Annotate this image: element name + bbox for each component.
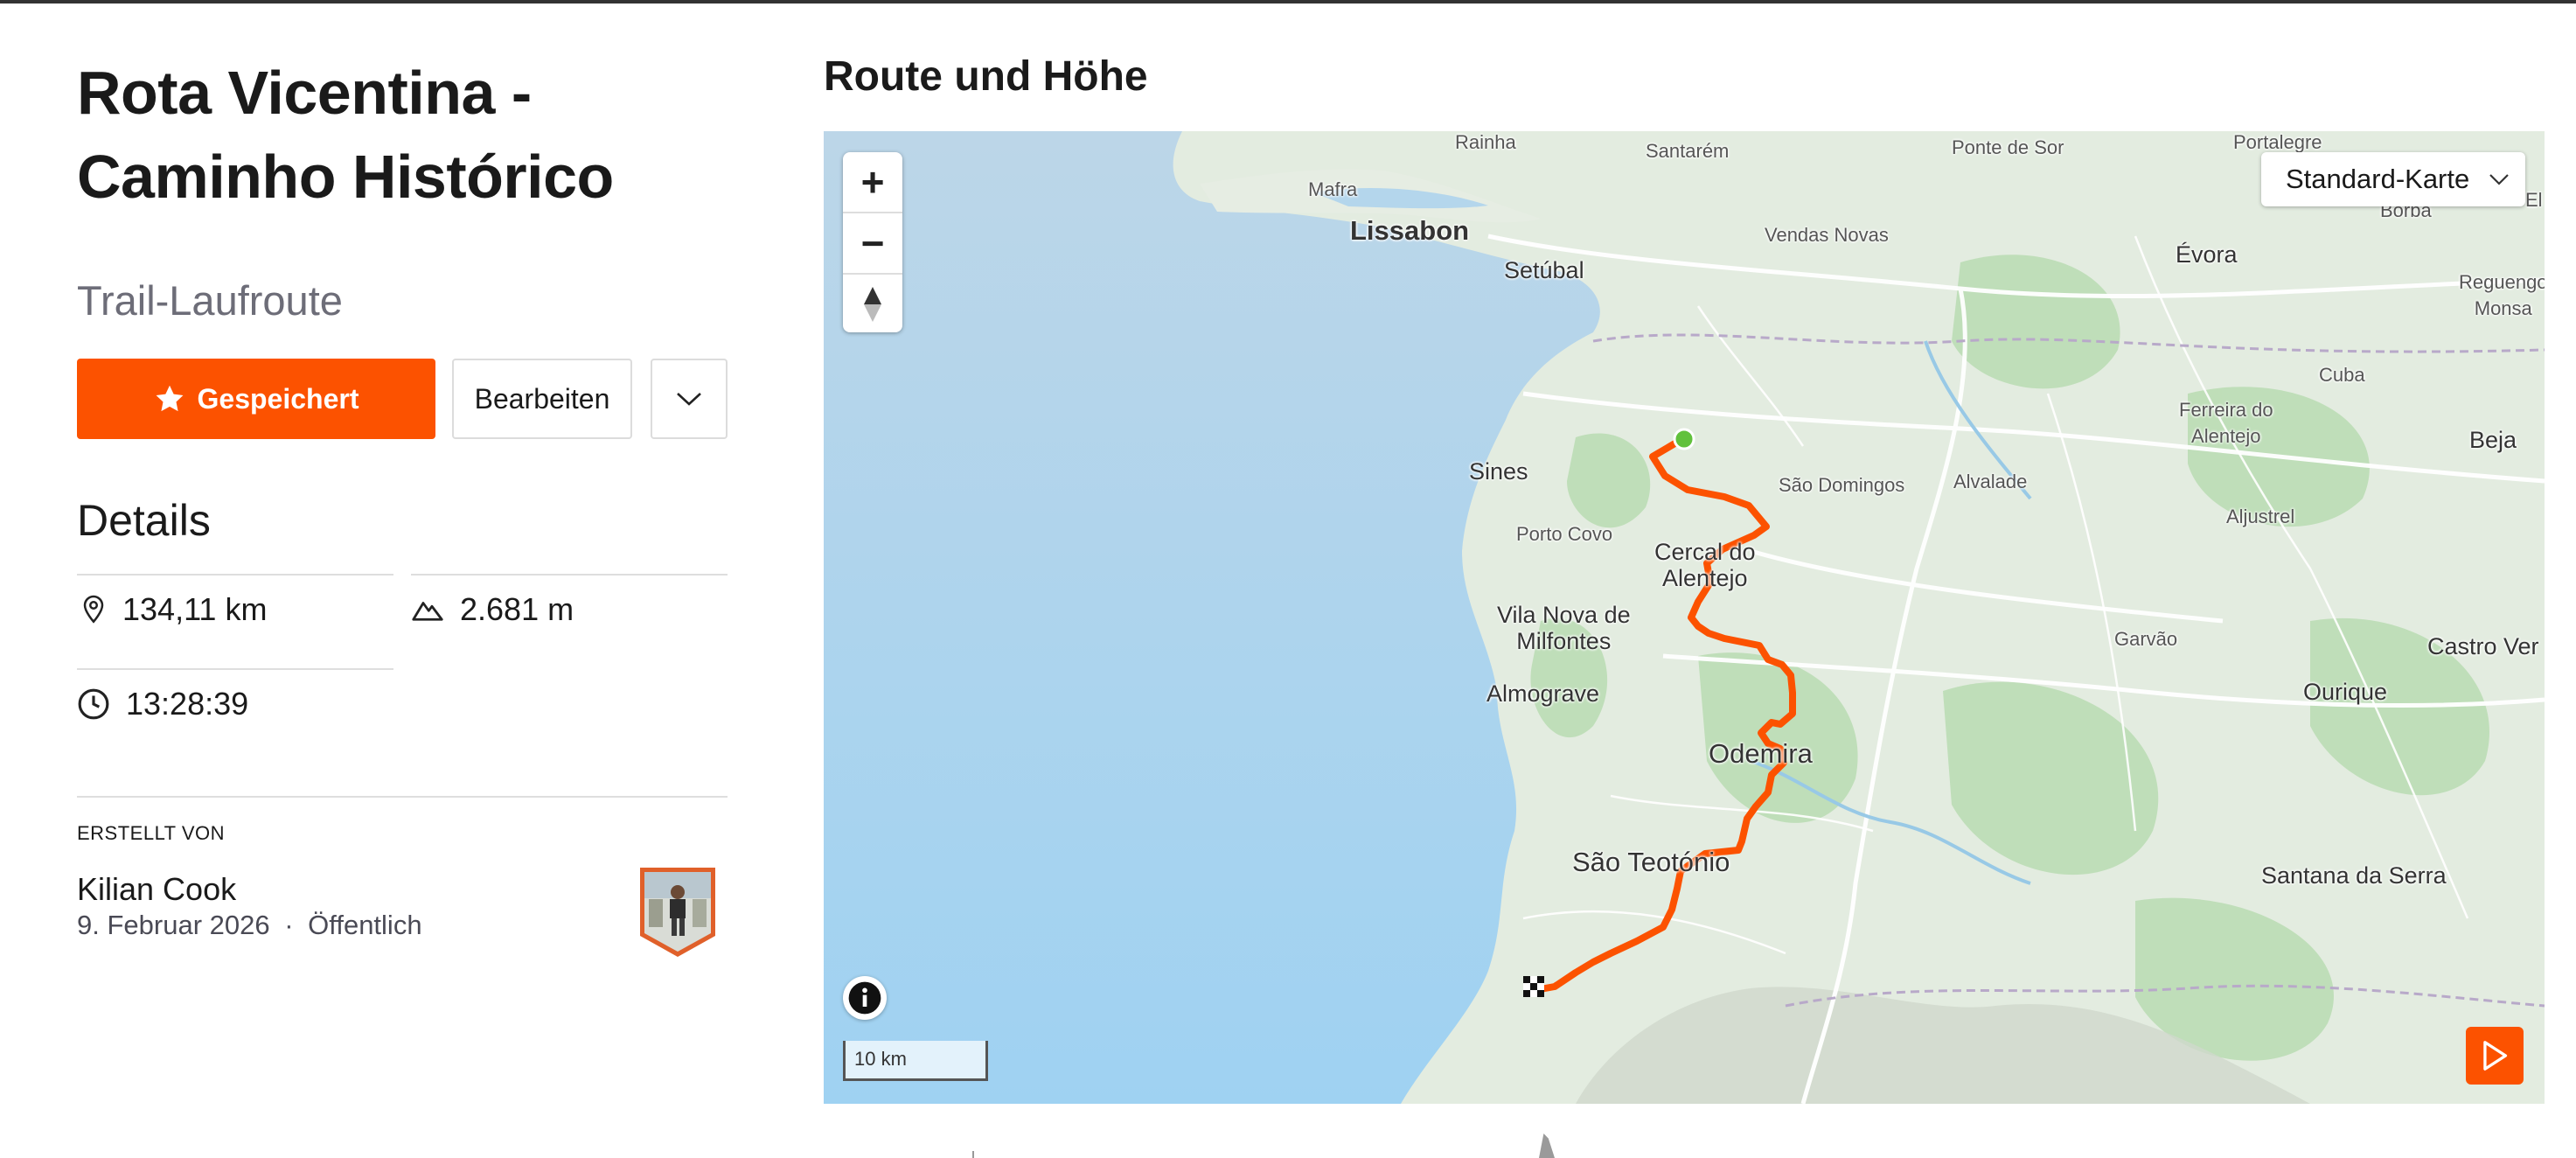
- place-label: São Domingos: [1779, 474, 1905, 496]
- place-label-line: Milfontes: [1516, 628, 1612, 654]
- elevation-value: 2.681 m: [460, 591, 574, 627]
- place-label: Vila Nova de Milfontes: [1497, 602, 1631, 654]
- stat-divider: [77, 574, 393, 576]
- details-heading: Details: [77, 496, 211, 545]
- elevation-stat: 2.681 m: [411, 591, 574, 628]
- place-label: Rainha: [1455, 131, 1516, 153]
- place-label: Santana da Serra: [2261, 862, 2447, 889]
- place-label-line: Cercal do: [1654, 539, 1756, 565]
- place-label-line: Ferreira do: [2179, 399, 2273, 421]
- place-label: Lissabon: [1350, 215, 1470, 246]
- time-stat: 13:28:39: [77, 686, 248, 722]
- place-label: El: [2525, 189, 2543, 211]
- map-heading: Route und Höhe: [824, 53, 1148, 100]
- creator-meta: 9. Februar 2026 · Öffentlich: [77, 910, 422, 941]
- zoom-controls: + −: [843, 152, 902, 332]
- map-info-button[interactable]: [843, 976, 887, 1020]
- map-style-select[interactable]: Standard-Karte: [2261, 152, 2525, 206]
- zoom-out-button[interactable]: −: [843, 213, 902, 273]
- visibility-status: Öffentlich: [308, 910, 422, 940]
- stat-divider: [411, 574, 728, 576]
- location-pin-icon: [83, 595, 104, 624]
- created-date: 9. Februar 2026: [77, 910, 270, 940]
- place-label: Cuba: [2319, 364, 2365, 386]
- zoom-in-button[interactable]: +: [843, 152, 902, 212]
- compass-button[interactable]: [843, 275, 902, 332]
- chevron-down-icon: [677, 393, 701, 406]
- edit-button[interactable]: Bearbeiten: [452, 359, 632, 439]
- route-map[interactable]: Rainha Santarém Ponte de Sor Portalegre …: [824, 131, 2545, 1104]
- place-label: São Teotónio: [1572, 847, 1730, 877]
- place-label: Ferreira do Alentejo: [2179, 397, 2273, 450]
- stat-divider: [77, 668, 393, 670]
- place-label-line: Monsa: [2474, 297, 2532, 319]
- creator-name[interactable]: Kilian Cook: [77, 871, 236, 908]
- distance-value: 134,11 km: [122, 591, 268, 627]
- compass-icon: [864, 287, 881, 322]
- place-label: Évora: [2176, 241, 2238, 268]
- map-canvas: [824, 131, 2545, 1104]
- route-finish-marker: [1523, 976, 1544, 997]
- place-label-line: Vila Nova de: [1497, 602, 1631, 628]
- elevation-profile-edge: [1539, 1134, 1555, 1158]
- top-border: [0, 0, 2576, 3]
- place-label: Setúbal: [1504, 257, 1584, 283]
- elevation-profile-edge: [972, 1151, 974, 1158]
- clock-icon: [78, 688, 109, 720]
- place-label: Aljustrel: [2226, 506, 2295, 527]
- place-label: Vendas Novas: [1765, 224, 1889, 246]
- place-label-line: Alentejo: [2191, 425, 2261, 447]
- route-start-marker: [1673, 428, 1695, 450]
- place-label: Ponte de Sor: [1952, 136, 2064, 158]
- info-icon: [848, 981, 881, 1015]
- place-label: Almograve: [1486, 680, 1600, 707]
- place-label-line: Reguengo: [2459, 271, 2545, 293]
- place-label: Garvão: [2114, 628, 2178, 650]
- section-divider: [77, 796, 728, 798]
- creator-avatar[interactable]: [635, 864, 721, 959]
- place-label: Beja: [2469, 427, 2517, 453]
- edit-button-label: Bearbeiten: [474, 382, 610, 415]
- flyover-play-button[interactable]: [2466, 1027, 2524, 1085]
- place-label: Sines: [1469, 458, 1528, 485]
- place-label: Odemira: [1709, 738, 1813, 769]
- place-label: Castro Ver: [2427, 633, 2539, 659]
- play-icon: [2483, 1041, 2508, 1071]
- map-style-label: Standard-Karte: [2286, 164, 2470, 194]
- place-label: Porto Covo: [1516, 523, 1613, 545]
- saved-button[interactable]: Gespeichert: [77, 359, 435, 439]
- mountain-icon: [412, 602, 443, 621]
- more-options-button[interactable]: [651, 359, 728, 439]
- route-title: Rota Vicentina - Caminho Histórico: [77, 59, 614, 211]
- place-label: Reguengo Monsa: [2459, 269, 2545, 322]
- place-label-line: Alentejo: [1661, 565, 1748, 591]
- distance-stat: 134,11 km: [80, 591, 267, 628]
- time-value: 13:28:39: [126, 686, 249, 722]
- meta-separator: ·: [284, 910, 294, 940]
- place-label: Ourique: [2303, 679, 2388, 705]
- saved-button-label: Gespeichert: [197, 382, 359, 415]
- place-label: Portalegre: [2233, 131, 2322, 153]
- created-by-label: ERSTELLT VON: [77, 822, 226, 844]
- place-label: Santarém: [1646, 140, 1730, 162]
- chevron-down-icon: [2489, 174, 2510, 185]
- place-label: Cercal do Alentejo: [1654, 539, 1756, 591]
- place-label: Mafra: [1308, 178, 1358, 200]
- star-icon: [156, 385, 183, 412]
- route-type: Trail-Laufroute: [77, 277, 343, 324]
- place-label: Alvalade: [1953, 471, 2028, 492]
- map-scale-bar: 10 km: [843, 1041, 988, 1081]
